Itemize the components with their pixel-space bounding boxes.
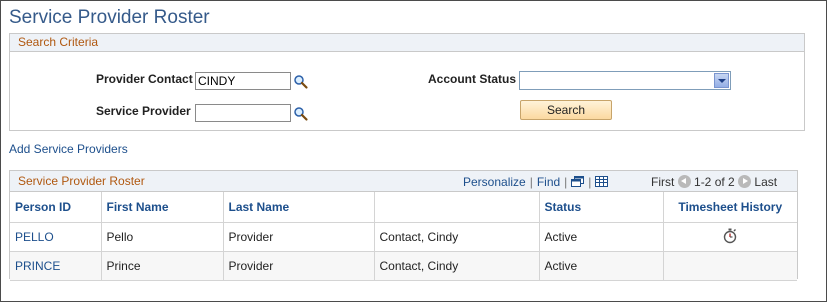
first-link[interactable]: First [651,175,674,189]
toolbar-separator: | [564,175,568,189]
new-window-icon[interactable] [571,176,585,187]
toolbar-separator: | [588,175,592,189]
stopwatch-icon[interactable] [722,228,738,247]
contact-cell: Contact, Cindy [374,251,540,281]
find-link[interactable]: Find [537,175,560,189]
personalize-link[interactable]: Personalize [463,175,526,189]
toolbar-separator: | [529,175,533,189]
first-name-cell: Pello [101,222,224,252]
search-button[interactable]: Search [520,100,612,120]
add-service-providers-link[interactable]: Add Service Providers [9,142,128,156]
roster-grid-title: Service Provider Roster [18,174,145,188]
service-provider-input[interactable] [195,104,291,122]
download-grid-icon[interactable] [595,176,609,187]
next-arrow-icon[interactable] [738,175,752,188]
column-header-contact [374,192,540,223]
table-header-row: Person ID First Name Last Name Status Ti… [10,192,797,223]
search-criteria-header: Search Criteria [10,34,804,52]
last-link[interactable]: Last [754,175,777,189]
provider-contact-input[interactable] [195,72,291,90]
contact-cell: Contact, Cindy [374,222,540,252]
column-header-last-name[interactable]: Last Name [223,192,375,223]
grid-pagination: First 1-2 of 2 Last [651,175,777,189]
previous-arrow-icon[interactable] [677,175,691,188]
person-id-link[interactable]: PRINCE [15,259,60,273]
table-row: PRINCE Prince Provider Contact, Cindy Ac… [10,251,797,281]
column-header-person-id[interactable]: Person ID [10,192,102,223]
timesheet-history-cell [663,222,797,252]
person-id-link[interactable]: PELLO [15,230,54,244]
first-name-cell: Prince [101,251,224,281]
timesheet-history-cell [663,251,797,281]
last-name-cell: Provider [223,222,375,252]
row-range: 1-2 of 2 [694,175,735,189]
column-header-first-name[interactable]: First Name [101,192,224,223]
last-name-cell: Provider [223,251,375,281]
page-title: Service Provider Roster [9,7,210,28]
roster-table: Person ID First Name Last Name Status Ti… [10,192,797,281]
column-header-timesheet-history[interactable]: Timesheet History [663,192,797,223]
status-cell: Active [539,222,664,252]
search-criteria-panel: Search Criteria Provider Contact Service… [9,33,805,131]
service-provider-label: Service Provider [96,104,191,118]
status-cell: Active [539,251,664,281]
account-status-select[interactable] [519,71,731,90]
column-header-status[interactable]: Status [539,192,664,223]
grid-toolbar: Personalize | Find | | [463,175,609,189]
roster-grid-header: Service Provider Roster Personalize | Find… [10,171,797,192]
provider-contact-label: Provider Contact [96,72,193,86]
table-row: PELLO Pello Provider Contact, Cindy Acti… [10,222,797,252]
provider-contact-lookup-icon[interactable] [293,74,309,90]
account-status-label: Account Status [428,72,517,86]
roster-grid: Service Provider Roster Personalize | Find… [9,170,798,281]
chevron-down-icon[interactable] [714,73,729,88]
service-provider-lookup-icon[interactable] [293,106,309,122]
